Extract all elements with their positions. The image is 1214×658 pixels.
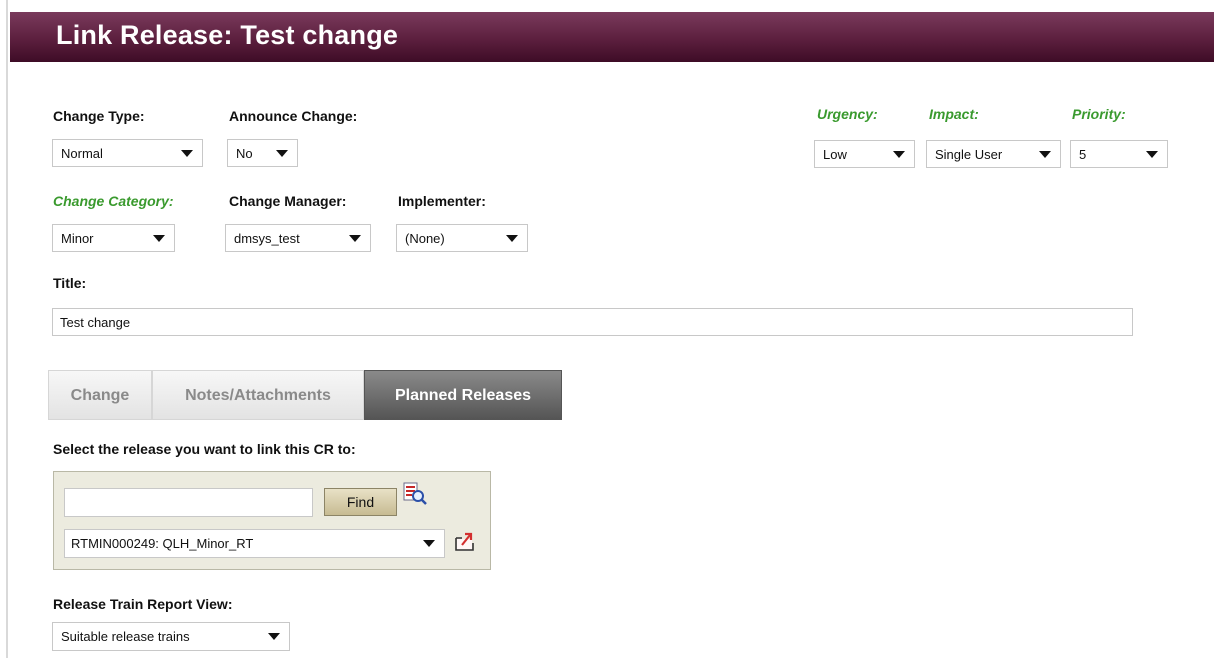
change-type-label: Change Type: [53,108,145,124]
tab-planned-releases[interactable]: Planned Releases [364,370,562,420]
impact-label: Impact: [929,106,979,122]
implementer-select[interactable]: (None) [396,224,528,252]
page-left-rule [6,0,8,658]
change-category-select[interactable]: Minor [52,224,175,252]
impact-select[interactable]: Single User [926,140,1061,168]
page-title: Link Release: Test change [56,20,399,50]
chevron-down-icon [268,633,280,640]
tab-notes-attachments[interactable]: Notes/Attachments [152,370,364,420]
tab-change[interactable]: Change [48,370,152,420]
find-button[interactable]: Find [324,488,397,516]
chevron-down-icon [276,150,288,157]
priority-select[interactable]: 5 [1070,140,1168,168]
chevron-down-icon [349,235,361,242]
chevron-down-icon [893,151,905,158]
change-manager-select[interactable]: dmsys_test [225,224,371,252]
report-view-select[interactable]: Suitable release trains [52,622,290,651]
release-find-panel: Find RTMIN000249: QLH_Minor_RT [53,471,491,570]
change-category-label: Change Category: [53,193,174,209]
release-select-value: RTMIN000249: QLH_Minor_RT [71,536,254,551]
priority-label: Priority: [1072,106,1126,122]
chevron-down-icon [181,150,193,157]
announce-change-value: No [236,146,253,161]
release-prompt: Select the release you want to link this… [53,441,356,457]
change-manager-value: dmsys_test [234,231,300,246]
change-type-select[interactable]: Normal [52,139,203,167]
impact-value: Single User [935,147,1003,162]
link-release-icon[interactable] [453,529,477,553]
chevron-down-icon [423,540,435,547]
change-type-value: Normal [61,146,103,161]
chevron-down-icon [1039,151,1051,158]
release-select[interactable]: RTMIN000249: QLH_Minor_RT [64,529,445,558]
chevron-down-icon [506,235,518,242]
urgency-value: Low [823,147,847,162]
priority-value: 5 [1079,147,1087,162]
title-input[interactable]: Test change [52,308,1133,336]
search-report-icon[interactable] [402,482,428,508]
chevron-down-icon [1146,151,1158,158]
urgency-label: Urgency: [817,106,878,122]
title-input-value: Test change [60,315,131,330]
change-manager-label: Change Manager: [229,193,347,209]
report-view-value: Suitable release trains [61,629,190,644]
announce-change-label: Announce Change: [229,108,358,124]
implementer-value: (None) [405,231,445,246]
announce-change-select[interactable]: No [227,139,298,167]
urgency-select[interactable]: Low [814,140,915,168]
header-bar: Link Release: Test change [10,12,1214,62]
chevron-down-icon [153,235,165,242]
release-search-input[interactable] [64,488,313,517]
title-label: Title: [53,275,87,291]
report-view-label: Release Train Report View: [53,596,233,612]
change-category-value: Minor [61,231,94,246]
implementer-label: Implementer: [398,193,486,209]
